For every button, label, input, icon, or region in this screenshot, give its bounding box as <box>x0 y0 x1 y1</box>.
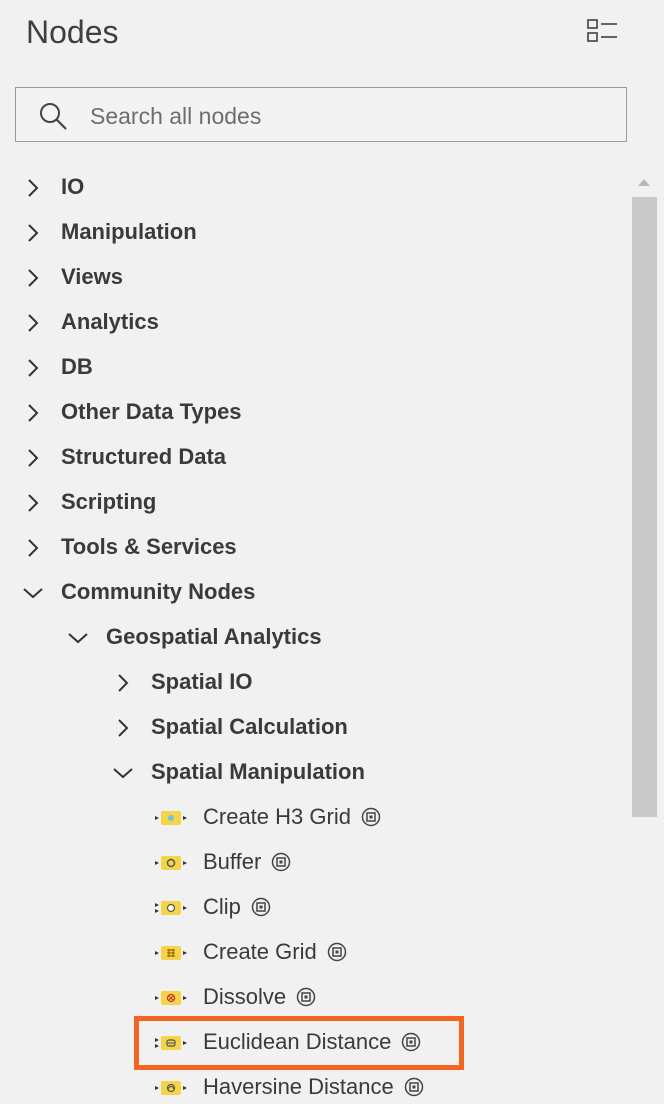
tree-item-label: Tools & Services <box>61 534 237 559</box>
chevron-right-icon[interactable] <box>22 177 44 199</box>
tree-item-label: Spatial Calculation <box>151 714 348 739</box>
panel-title: Nodes <box>26 14 119 50</box>
node-item-label: Buffer <box>203 849 262 874</box>
node-item-label: Create Grid <box>203 939 317 964</box>
node-item-label: Dissolve <box>203 984 287 1009</box>
selection-highlight <box>134 1016 464 1070</box>
node-repository-tree: IO Manipulation Views Analytics DB Other… <box>0 165 625 1104</box>
community-badge-icon <box>361 807 381 827</box>
tree-item-views[interactable]: Views <box>0 255 625 300</box>
search-input[interactable] <box>88 98 612 134</box>
node-item-label: Haversine Distance <box>203 1074 394 1099</box>
tree-item-label: IO <box>61 174 85 199</box>
tree-item-manipulation[interactable]: Manipulation <box>0 210 625 255</box>
chevron-right-icon[interactable] <box>112 717 134 739</box>
chevron-right-icon[interactable] <box>22 312 44 334</box>
chevron-right-icon[interactable] <box>22 492 44 514</box>
tree-item-label: Manipulation <box>61 219 197 244</box>
tree-item-label: Geospatial Analytics <box>106 624 322 649</box>
chevron-right-icon[interactable] <box>22 402 44 424</box>
tree-item-db[interactable]: DB <box>0 345 625 390</box>
node-item-haversine-distance[interactable]: Haversine Distance <box>0 1065 625 1104</box>
h3-grid-node-icon <box>155 811 187 825</box>
tree-item-spatial-manipulation[interactable]: Spatial Manipulation <box>0 750 625 795</box>
tree-item-label: Views <box>61 264 123 289</box>
node-item-buffer[interactable]: Buffer <box>0 840 625 885</box>
search-icon <box>40 103 67 130</box>
clip-node-icon <box>155 901 187 915</box>
node-item-label: Clip <box>203 894 241 919</box>
dissolve-node-icon <box>155 991 187 1005</box>
tree-item-io[interactable]: IO <box>0 165 625 210</box>
tree-item-label: Structured Data <box>61 444 227 469</box>
haversine-distance-node-icon <box>155 1081 187 1095</box>
tree-item-community-nodes[interactable]: Community Nodes <box>0 570 625 615</box>
tree-item-scripting[interactable]: Scripting <box>0 480 625 525</box>
tree-item-other-data-types[interactable]: Other Data Types <box>0 390 625 435</box>
scrollbar-thumb[interactable] <box>632 197 657 817</box>
chevron-right-icon[interactable] <box>22 537 44 559</box>
search-field[interactable] <box>15 87 627 142</box>
chevron-right-icon[interactable] <box>22 222 44 244</box>
chevron-right-icon[interactable] <box>22 447 44 469</box>
tree-item-label: DB <box>61 354 93 379</box>
tree-item-label: Community Nodes <box>61 579 256 604</box>
tree-item-label: Other Data Types <box>61 399 242 424</box>
tree-item-spatial-io[interactable]: Spatial IO <box>0 660 625 705</box>
tree-item-geospatial-analytics[interactable]: Geospatial Analytics <box>0 615 625 660</box>
tree-item-label: Scripting <box>61 489 157 514</box>
chevron-right-icon[interactable] <box>112 672 134 694</box>
community-badge-icon <box>251 897 271 917</box>
chevron-right-icon[interactable] <box>22 267 44 289</box>
chevron-down-icon[interactable] <box>67 627 89 649</box>
community-badge-icon <box>404 1077 423 1097</box>
chevron-down-icon[interactable] <box>22 582 44 604</box>
tree-item-spatial-calculation[interactable]: Spatial Calculation <box>0 705 625 750</box>
tree-item-label: Spatial Manipulation <box>151 759 365 784</box>
node-item-create-h3-grid[interactable]: Create H3 Grid <box>0 795 625 840</box>
tree-item-tools-services[interactable]: Tools & Services <box>0 525 625 570</box>
community-badge-icon <box>296 987 316 1007</box>
community-badge-icon <box>327 942 346 962</box>
chevron-down-icon[interactable] <box>112 762 134 784</box>
tree-item-structured-data[interactable]: Structured Data <box>0 435 625 480</box>
tree-item-label: Spatial IO <box>151 669 253 694</box>
node-item-label: Create H3 Grid <box>203 804 351 829</box>
tree-item-label: Analytics <box>61 309 159 334</box>
community-badge-icon <box>272 852 291 872</box>
tree-item-analytics[interactable]: Analytics <box>0 300 625 345</box>
node-item-dissolve[interactable]: Dissolve <box>0 975 625 1020</box>
panel-header: Nodes <box>0 0 664 70</box>
create-grid-node-icon <box>155 946 187 960</box>
buffer-node-icon <box>155 856 187 870</box>
chevron-right-icon[interactable] <box>22 357 44 379</box>
node-item-create-grid[interactable]: Create Grid <box>0 930 625 975</box>
node-item-clip[interactable]: Clip <box>0 885 625 930</box>
scroll-up-arrow-icon[interactable] <box>636 176 652 188</box>
list-view-icon[interactable] <box>584 16 620 48</box>
